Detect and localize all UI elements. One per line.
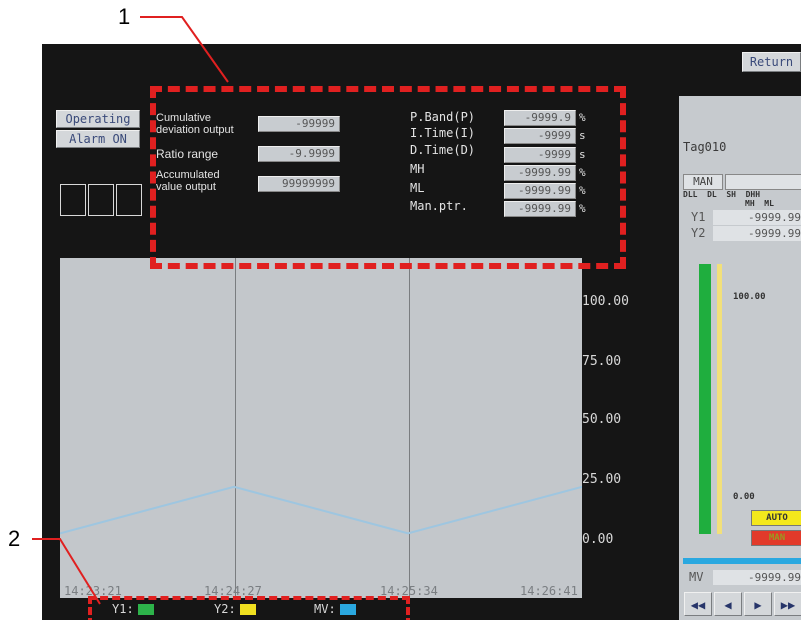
x-tick-4: 14:26:41 (520, 584, 578, 598)
series-line-mv (60, 485, 582, 535)
indicator-box-3 (116, 184, 142, 216)
y1-label: Y1 (691, 210, 706, 224)
y-tick-0: 0.00 (582, 532, 614, 547)
man-button[interactable]: MAN (751, 530, 801, 546)
auto-button[interactable]: AUTO (751, 510, 801, 526)
scale-bottom-label: 0.00 (733, 492, 755, 502)
callout-number-1: 1 (118, 4, 131, 29)
mv-bar (683, 558, 801, 564)
indicator-box-1 (60, 184, 86, 216)
mv-value: -9999.99 (713, 570, 801, 585)
indicator-box-2 (88, 184, 114, 216)
mv-label: MV (689, 570, 704, 584)
faceplate-tag: Tag010 (683, 140, 727, 154)
y-tick-75: 75.00 (582, 354, 622, 369)
faceplate-panel: Tag010 MAN DLL DL SH DHH MH ML Y1 -9999.… (679, 96, 801, 620)
faceplate-mode-tab[interactable]: MAN (683, 174, 723, 190)
y1-value: -9999.99 (713, 210, 801, 225)
alarm-limit-subheader: MH ML (745, 199, 774, 208)
callout-box-2 (88, 596, 410, 620)
fast-forward-button[interactable]: ▶▶ (774, 592, 801, 616)
operating-status: Operating (56, 110, 140, 128)
faceplate-tab-blank[interactable] (725, 174, 801, 190)
callout-number-2: 2 (8, 526, 21, 551)
y-tick-100: 100.00 (582, 294, 629, 309)
y-tick-25: 25.00 (582, 472, 622, 487)
fast-rewind-button[interactable]: ◀◀ (684, 592, 712, 616)
y2-label: Y2 (691, 226, 706, 240)
rewind-button[interactable]: ◀ (714, 592, 742, 616)
y2-value: -9999.99 (713, 226, 801, 241)
trend-plot (60, 258, 582, 598)
y1-bar (699, 264, 711, 534)
forward-button[interactable]: ▶ (744, 592, 772, 616)
scale-top-label: 100.00 (733, 292, 766, 302)
alarm-status: Alarm ON (56, 130, 140, 148)
return-button[interactable]: Return (742, 52, 801, 72)
hmi-screen: Return Operating Alarm ON Cumulative dev… (42, 44, 801, 620)
callout-box-1 (150, 86, 626, 269)
trend-svg (60, 485, 582, 535)
y2-bar (717, 264, 722, 534)
y-tick-50: 50.00 (582, 412, 622, 427)
alarm-limit-header: DLL DL SH DHH (683, 190, 761, 199)
